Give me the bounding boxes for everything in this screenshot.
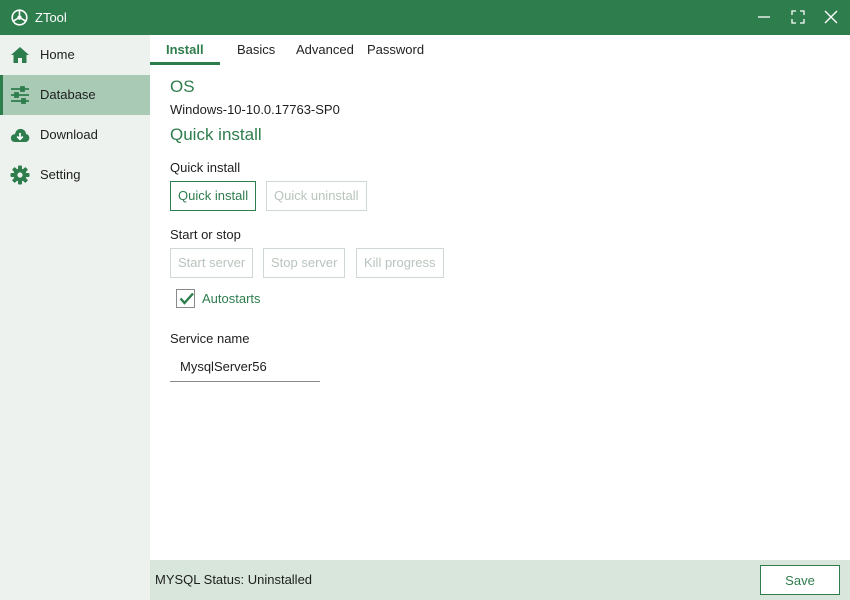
sidebar: Home Database Download Setting bbox=[0, 35, 150, 600]
app-title: ZTool bbox=[35, 10, 67, 25]
os-value: Windows-10-10.0.17763-SP0 bbox=[170, 102, 340, 117]
autostarts-checkbox[interactable] bbox=[176, 289, 195, 308]
home-icon bbox=[10, 45, 30, 65]
tab-advanced[interactable]: Advanced bbox=[296, 42, 354, 58]
start-stop-label: Start or stop bbox=[170, 227, 241, 242]
close-icon[interactable] bbox=[822, 8, 840, 26]
os-title: OS bbox=[170, 77, 195, 96]
cloud-download-icon bbox=[10, 125, 30, 145]
tab-install[interactable]: Install bbox=[166, 42, 204, 58]
sidebar-item-label: Download bbox=[40, 127, 98, 142]
sidebar-item-database[interactable]: Database bbox=[0, 75, 150, 115]
checkmark-icon bbox=[179, 292, 194, 305]
kill-progress-button[interactable]: Kill progress bbox=[356, 248, 444, 278]
service-name-label: Service name bbox=[170, 331, 250, 346]
minimize-icon[interactable] bbox=[755, 8, 773, 26]
start-server-button[interactable]: Start server bbox=[170, 248, 254, 278]
sidebar-item-label: Setting bbox=[40, 167, 81, 182]
sidebar-item-download[interactable]: Download bbox=[0, 115, 150, 155]
status-bar: MYSQL Status: Uninstalled Save bbox=[150, 560, 850, 600]
sidebar-item-setting[interactable]: Setting bbox=[0, 155, 150, 195]
sidebar-item-label: Database bbox=[40, 87, 96, 102]
active-tab-indicator bbox=[150, 62, 220, 65]
gear-icon bbox=[10, 165, 30, 185]
mysql-status-text: MYSQL Status: Uninstalled bbox=[155, 572, 313, 587]
quick-install-button[interactable]: Quick install bbox=[170, 181, 257, 211]
service-name-input[interactable] bbox=[170, 352, 320, 382]
sliders-icon bbox=[10, 85, 30, 105]
tab-bar: Install Basics Advanced Password bbox=[150, 35, 850, 65]
tab-basics[interactable]: Basics bbox=[237, 42, 275, 58]
quick-install-label: Quick install bbox=[170, 160, 241, 175]
logo-icon bbox=[11, 9, 28, 26]
stop-server-button[interactable]: Stop server bbox=[263, 248, 346, 278]
sidebar-item-label: Home bbox=[40, 47, 75, 62]
quick-uninstall-button[interactable]: Quick uninstall bbox=[266, 181, 367, 211]
autostarts-label[interactable]: Autostarts bbox=[202, 291, 261, 307]
save-button[interactable]: Save bbox=[760, 565, 840, 595]
maximize-icon[interactable] bbox=[789, 8, 807, 26]
sidebar-item-home[interactable]: Home bbox=[0, 35, 150, 75]
title-bar: ZTool bbox=[0, 0, 850, 35]
tab-password[interactable]: Password bbox=[367, 42, 424, 58]
quick-install-title: Quick install bbox=[170, 125, 262, 144]
